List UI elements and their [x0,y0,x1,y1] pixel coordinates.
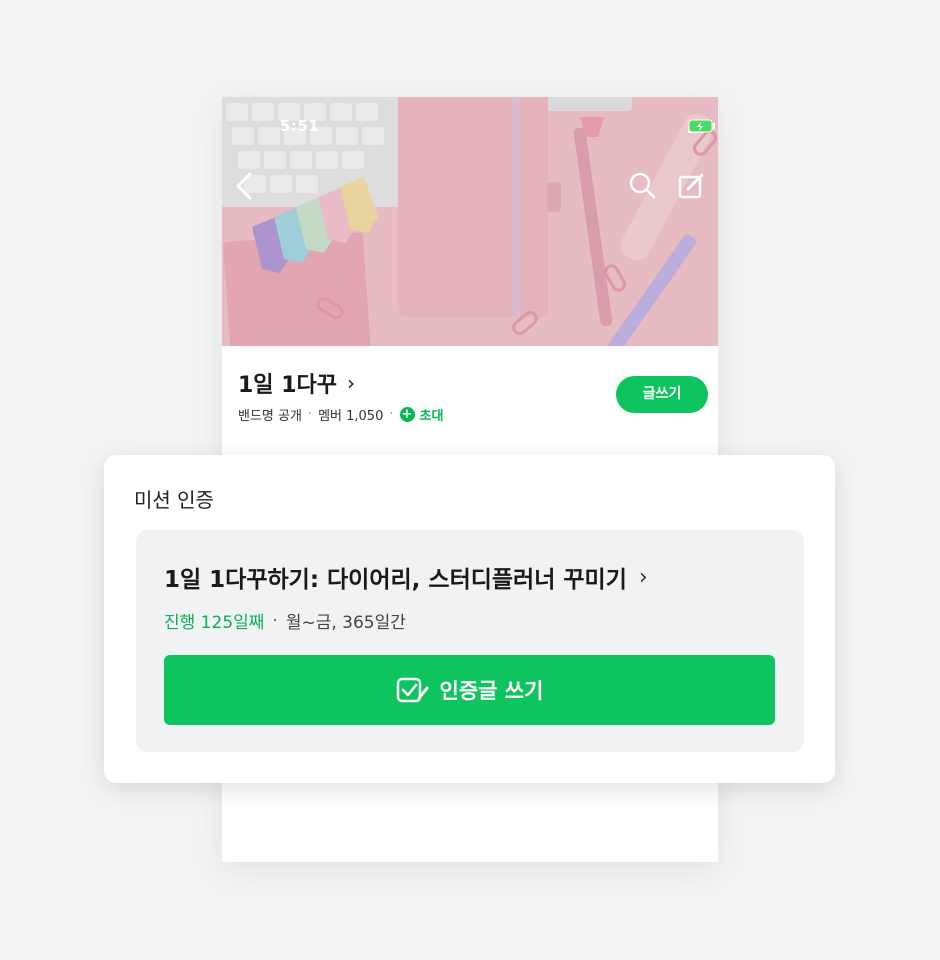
separator: · [272,610,278,631]
band-members: 멤버 1,050 [318,409,384,424]
band-title-row[interactable]: 1일 1다꾸 › [238,367,355,399]
mission-title[interactable]: 1일 1다꾸하기: 다이어리, 스터디플러너 꾸미기 [164,560,627,594]
mission-schedule: 월~금, 365일간 [285,613,406,633]
checkbox-pen-icon [396,677,429,703]
mission-header: 미션 인증 [134,488,214,512]
edit-icon[interactable] [678,171,706,199]
separator: · [307,407,313,422]
invite-label: 초대 [419,409,444,424]
chevron-right-icon: › [347,371,355,395]
band-visibility: 밴드명 공개 [238,409,302,424]
invite-button[interactable]: + 초대 [399,405,444,424]
band-cover-image: 5:51 [222,97,718,346]
separator: · [389,407,394,422]
band-meta: 밴드명 공개 · 멤버 1,050 · + 초대 [238,405,443,424]
mission-progress: 진행 125일째 [164,613,265,633]
back-arrow-icon[interactable] [232,171,256,201]
search-icon[interactable] [628,171,656,199]
write-certification-button[interactable]: 인증글 쓰기 [164,655,775,725]
band-title[interactable]: 1일 1다꾸 [238,367,337,399]
mission-title-row[interactable]: 1일 1다꾸하기: 다이어리, 스터디플러너 꾸미기 › [164,560,648,594]
mission-card: 미션 인증 1일 1다꾸하기: 다이어리, 스터디플러너 꾸미기 › 진행 12… [104,455,835,783]
plus-circle-icon: + [399,407,415,422]
status-time: 5:51 [280,117,320,135]
write-post-button[interactable]: 글쓰기 [616,376,708,413]
chevron-right-icon: › [638,564,648,590]
mission-panel: 1일 1다꾸하기: 다이어리, 스터디플러너 꾸미기 › 진행 125일째 · … [136,530,804,752]
mission-meta: 진행 125일째 · 월~금, 365일간 [164,608,406,634]
battery-icon [688,119,715,133]
write-certification-label: 인증글 쓰기 [439,679,544,703]
